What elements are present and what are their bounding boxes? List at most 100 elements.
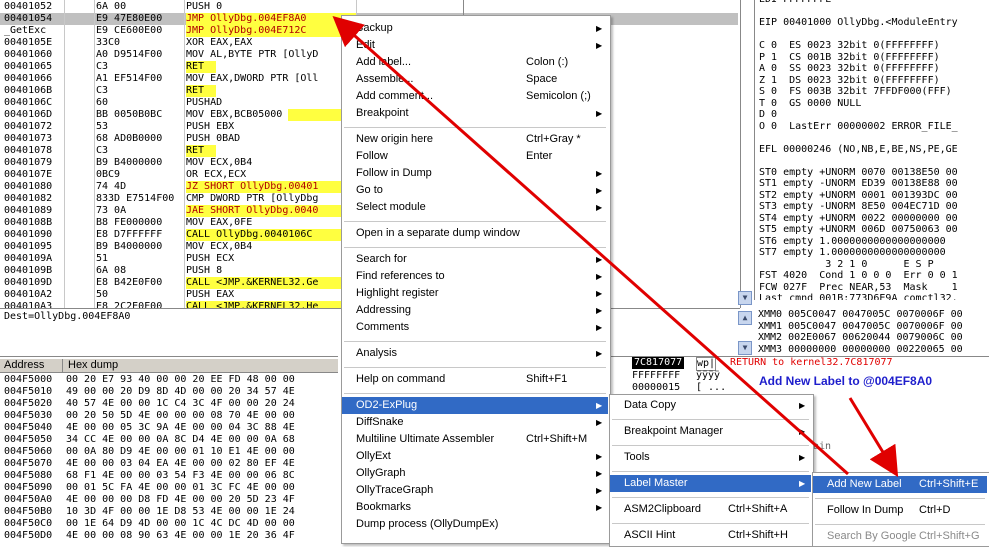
scroll-down-icon[interactable]: ▼	[738, 341, 752, 355]
dump-row[interactable]: 004F5090 00 01 5C FA 4E 00 00 01 3C FC 4E…	[0, 482, 338, 494]
menu-item-select-module[interactable]: Select module ▶	[342, 199, 608, 216]
menu-item-multiline-ultimate-assembler[interactable]: Multiline Ultimate Assembler Ctrl+Shift+M	[342, 431, 608, 448]
mmx-register-row[interactable]: XMM0 005C0047 0047005C 0070006F 00	[758, 309, 963, 321]
menu-item-edit[interactable]: Edit ▶	[342, 37, 608, 54]
registers-pane[interactable]: EDI FFFFFFFE EIP 00401000 OllyDbg.<Module…	[754, 0, 989, 300]
menu-item-breakpoint[interactable]: Breakpoint ▶	[342, 105, 608, 122]
mmx-register-row[interactable]: XMM1 005C0047 0047005C 0070006F 00	[758, 321, 963, 333]
dump-row[interactable]: 004F50D0 4E 00 00 08 90 63 4E 00 00 1E 20…	[0, 530, 338, 542]
menu-item-bookmarks[interactable]: Bookmarks ▶	[342, 499, 608, 516]
submenu2-item-search-by-google[interactable]: Search By Google Ctrl+Shift+G	[813, 528, 987, 545]
submenu-item-breakpoint-manager[interactable]: Breakpoint Manager ▶	[610, 423, 811, 440]
register-row[interactable]: ST4 empty +UNORM 0022 00000000 00	[759, 213, 958, 225]
submenu2-item-add-new-label[interactable]: Add New Label Ctrl+Shift+E	[813, 476, 987, 493]
menu-item-analysis[interactable]: Analysis ▶	[342, 345, 608, 362]
disasm-hex: 73 0A	[96, 205, 127, 216]
register-row[interactable]: D 0	[759, 109, 777, 121]
dump-row[interactable]: 004F5050 34 CC 4E 00 00 0A 8C D4 4E 00 00…	[0, 434, 338, 446]
chevron-right-icon: ▶	[596, 203, 603, 212]
dump-row[interactable]: 004F5040 4E 00 00 05 3C 9A 4E 00 00 04 3C…	[0, 422, 338, 434]
label-master-submenu[interactable]: Add New Label Ctrl+Shift+E Follow In Dump C…	[812, 472, 989, 547]
register-row[interactable]: ST6 empty 1.0000000000000000000	[759, 236, 946, 248]
dump-row[interactable]: 004F5030 00 20 50 5D 4E 00 00 00 08 70 4E…	[0, 410, 338, 422]
register-row[interactable]: ST2 empty +UNORM 0001 001393DC 00	[759, 190, 958, 202]
menu-item-highlight-register[interactable]: Highlight register ▶	[342, 285, 608, 302]
menu-item-dump-process-ollydumpex[interactable]: Dump process (OllyDumpEx)	[342, 516, 608, 533]
scroll-up-icon[interactable]: ▲	[738, 311, 752, 325]
disasm-address: 00401090	[4, 229, 53, 240]
menu-item-backup[interactable]: Backup ▶	[342, 20, 608, 37]
menu-item-new-origin-here[interactable]: New origin here Ctrl+Gray *	[342, 131, 608, 148]
dump-row[interactable]: 004F5060 00 0A 80 D9 4E 00 00 01 10 E1 4E…	[0, 446, 338, 458]
register-row[interactable]: C 0 ES 0023 32bit 0(FFFFFFFF)	[759, 40, 940, 52]
register-row[interactable]: Last cmnd 001B:773D6E9A comctl32.	[759, 293, 958, 300]
submenu-item-asm2clipboard[interactable]: ASM2Clipboard Ctrl+Shift+A	[610, 501, 811, 518]
od2-explug-submenu[interactable]: Data Copy ▶ Breakpoint Manager ▶ Tools ▶ Label…	[609, 394, 814, 547]
menu-item-od2-explug[interactable]: OD2-ExPlug ▶	[342, 397, 608, 414]
dump-row[interactable]: 004F50B0 10 3D 4F 00 00 1E D8 53 4E 00 00…	[0, 506, 338, 518]
register-row[interactable]: EFL 00000246 (NO,NB,E,BE,NS,PE,GE	[759, 144, 958, 156]
menu-item-help-on-command[interactable]: Help on command Shift+F1	[342, 371, 608, 388]
mmx-register-row[interactable]: XMM2 002E0067 00620044 0079006C 00	[758, 332, 963, 344]
menu-item-diffsnake[interactable]: DiffSnake ▶	[342, 414, 608, 431]
dump-row[interactable]: 004F5000 00 20 E7 93 40 00 00 20 EE FD 48…	[0, 374, 338, 386]
dump-row[interactable]: 004F50A0 4E 00 00 00 D8 FD 4E 00 00 20 5D…	[0, 494, 338, 506]
context-menu[interactable]: Backup ▶ Edit ▶ Add label... Colon (:) Assembl…	[341, 15, 611, 544]
dump-pane[interactable]: Address Hex dump 004F5000 00 20 E7 93 40 …	[0, 356, 338, 546]
submenu-item-data-copy[interactable]: Data Copy ▶	[610, 397, 811, 414]
menu-item-ollygraph[interactable]: OllyGraph ▶	[342, 465, 608, 482]
disasm-scroll-down-icon[interactable]: ▼	[738, 291, 752, 305]
submenu2-item-follow-in-dump[interactable]: Follow In Dump Ctrl+D	[813, 502, 987, 519]
register-row[interactable]: A 0 SS 0023 32bit 0(FFFFFFFF)	[759, 63, 940, 75]
dump-row[interactable]: 004F50C0 00 1E 64 D9 4D 00 00 1C 4C DC 4D…	[0, 518, 338, 530]
register-row[interactable]: ST1 empty -UNORM ED39 00138E88 00	[759, 178, 958, 190]
register-row[interactable]: ST7 empty 1.0000000000000000000	[759, 247, 946, 259]
submenu-item-label-master[interactable]: Label Master ▶	[610, 475, 811, 492]
menu-item-label: Follow in Dump	[356, 167, 432, 179]
stack-top-ret: wp|	[696, 357, 717, 371]
menu-item-comments[interactable]: Comments ▶	[342, 319, 608, 336]
register-row[interactable]: O 0 LastErr 00000002 ERROR_FILE_	[759, 121, 958, 133]
register-row[interactable]: S 0 FS 003B 32bit 7FFDF000(FFF)	[759, 86, 952, 98]
register-row[interactable]: EDI FFFFFFFE	[759, 0, 831, 6]
disasm-command: MOV EBX,BCB05000	[186, 109, 356, 121]
disasm-address: 00401079	[4, 157, 53, 168]
register-row[interactable]: 3 2 1 0 E S P	[759, 259, 933, 271]
dump-col-address[interactable]: Address	[4, 359, 44, 371]
disasm-address: 00401078	[4, 145, 53, 156]
dump-col-hex[interactable]: Hex dump	[68, 359, 118, 371]
menu-item-follow-in-dump[interactable]: Follow in Dump ▶	[342, 165, 608, 182]
disasm-command: PUSHAD	[186, 97, 223, 108]
menu-item-add-label[interactable]: Add label... Colon (:)	[342, 54, 608, 71]
register-row[interactable]: EIP 00401000 OllyDbg.<ModuleEntry	[759, 17, 958, 29]
menu-item-ollyext[interactable]: OllyExt ▶	[342, 448, 608, 465]
register-row[interactable]: ST3 empty -UNORM 8E50 004EC71D 00	[759, 201, 958, 213]
menu-item-follow[interactable]: Follow Enter	[342, 148, 608, 165]
menu-item-add-comment[interactable]: Add comment... Semicolon (;)	[342, 88, 608, 105]
dump-row[interactable]: 004F5080 68 F1 4E 00 00 03 54 F3 4E 00 00…	[0, 470, 338, 482]
menu-item-find-references-to[interactable]: Find references to ▶	[342, 268, 608, 285]
disasm-command: RET	[186, 145, 216, 157]
disasm-row[interactable]: 00401052 6A 00 PUSH 0	[0, 1, 738, 13]
register-row[interactable]: FST 4020 Cond 1 0 0 0 Err 0 0 1	[759, 270, 958, 282]
register-row[interactable]: ST5 empty +UNORM 006D 00750063 00	[759, 224, 958, 236]
register-row[interactable]: Z 1 DS 0023 32bit 0(FFFFFFFF)	[759, 75, 940, 87]
menu-item-go-to[interactable]: Go to ▶	[342, 182, 608, 199]
register-row[interactable]: P 1 CS 001B 32bit 0(FFFFFFFF)	[759, 52, 940, 64]
submenu-item-tools[interactable]: Tools ▶	[610, 449, 811, 466]
submenu-item-ascii-hint[interactable]: ASCII Hint Ctrl+Shift+H	[610, 527, 811, 544]
dump-row[interactable]: 004F5020 40 57 4E 00 00 1C C4 3C 4F 00 00…	[0, 398, 338, 410]
menu-item-open-in-a-separate-dump-window[interactable]: Open in a separate dump window	[342, 225, 608, 242]
dump-row[interactable]: 004F5070 4E 00 00 03 04 EA 4E 00 00 02 80…	[0, 458, 338, 470]
menu-item-label: New origin here	[356, 133, 434, 145]
register-row[interactable]: ST0 empty +UNORM 0070 00138E50 00	[759, 167, 958, 179]
menu-item-addressing[interactable]: Addressing ▶	[342, 302, 608, 319]
dump-row[interactable]: 004F5010 49 00 00 20 D9 8D 4D 00 00 20 34…	[0, 386, 338, 398]
register-row[interactable]: FCW 027F Prec NEAR,53 Mask 1	[759, 282, 958, 294]
menu-item-ollytracegraph[interactable]: OllyTraceGraph ▶	[342, 482, 608, 499]
menu-item-search-for[interactable]: Search for ▶	[342, 251, 608, 268]
menu-item-assemble[interactable]: Assemble... Space	[342, 71, 608, 88]
dump-hex: 00 20 E7 93 40 00 00 20 EE FD 48 00 00	[66, 374, 295, 385]
register-row[interactable]: T 0 GS 0000 NULL	[759, 98, 861, 110]
mmx-register-row[interactable]: XMM3 00000000 00000000 00220065 00	[758, 344, 963, 356]
